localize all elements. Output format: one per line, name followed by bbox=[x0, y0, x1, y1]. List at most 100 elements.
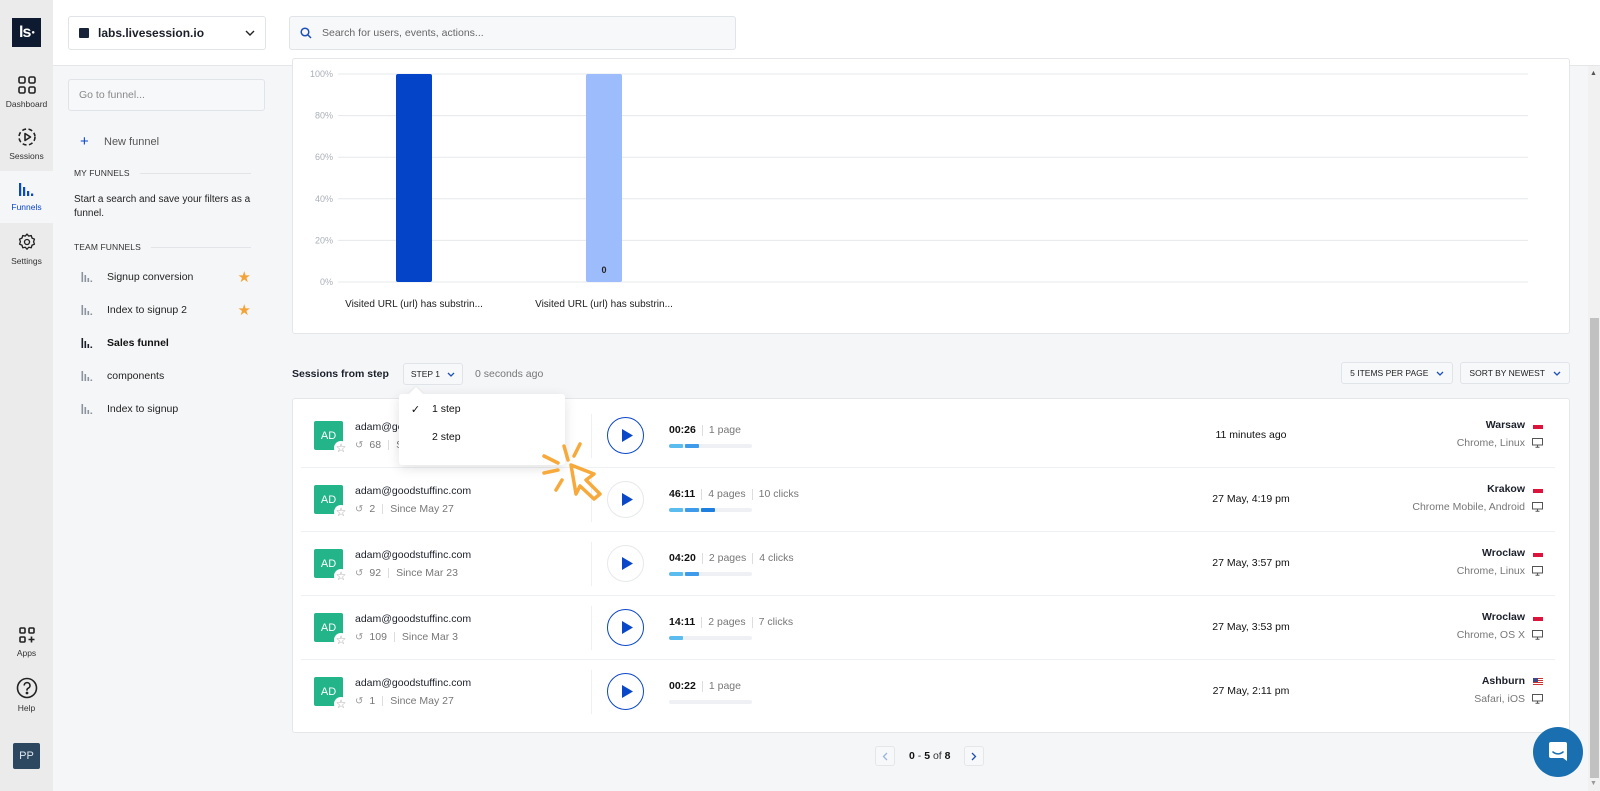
rail-label: Settings bbox=[11, 256, 42, 266]
funnel-item-index-to-signup[interactable]: Index to signup bbox=[81, 399, 251, 419]
y-tick-label: 100% bbox=[310, 69, 333, 79]
play-icon bbox=[621, 557, 633, 570]
dropdown-option-step-2[interactable]: 2 step bbox=[399, 424, 565, 450]
x-category-label: Visited URL (url) has substrin... bbox=[345, 299, 483, 310]
session-row[interactable]: AD ☆ adam@goodstuffinc.com ↺ 92 Since Mar 23 0… bbox=[301, 532, 1555, 596]
session-pages: 2 pages bbox=[708, 616, 746, 628]
session-device: Chrome Mobile, Android bbox=[1412, 501, 1525, 513]
funnels-sidebar: + New funnel MY FUNNELS Start a search a… bbox=[53, 66, 272, 791]
new-funnel-button[interactable]: + New funnel bbox=[80, 134, 159, 149]
rail-item-dashboard[interactable]: Dashboard bbox=[0, 66, 53, 118]
play-session-button[interactable] bbox=[607, 673, 644, 710]
session-time: 11 minutes ago bbox=[1215, 429, 1287, 441]
session-location: Krakow Chrome Mobile, Android bbox=[1412, 483, 1543, 513]
star-outline-icon[interactable]: ☆ bbox=[334, 569, 348, 583]
global-search[interactable] bbox=[289, 16, 736, 50]
chevron-down-icon bbox=[1436, 371, 1444, 376]
prev-page-button[interactable] bbox=[875, 746, 895, 766]
visit-count: 68 bbox=[369, 439, 382, 451]
rail-item-funnels[interactable]: Funnels bbox=[0, 171, 53, 223]
session-duration: 46:11 bbox=[669, 488, 696, 500]
play-icon bbox=[621, 685, 633, 698]
app-logo[interactable]: ls ● bbox=[12, 18, 41, 47]
chat-launcher-button[interactable] bbox=[1533, 727, 1583, 777]
chat-icon bbox=[1549, 742, 1567, 761]
session-location: Warsaw Chrome, Linux bbox=[1457, 419, 1543, 449]
user-email[interactable]: adam@goodstuffinc.com bbox=[355, 613, 471, 625]
star-outline-icon[interactable]: ☆ bbox=[334, 633, 348, 647]
session-city: Wroclaw bbox=[1482, 547, 1525, 559]
x-category-label: Visited URL (url) has substrin... bbox=[535, 299, 673, 310]
user-email[interactable]: adam@goodstuffinc.com bbox=[355, 485, 471, 497]
funnel-item-sales-funnel[interactable]: Sales funnel bbox=[81, 333, 251, 353]
rail-item-sessions[interactable]: Sessions bbox=[0, 118, 53, 170]
dropdown-option-step-1[interactable]: ✓ 1 step bbox=[399, 396, 565, 422]
visit-count: 109 bbox=[369, 631, 387, 643]
play-session-button[interactable] bbox=[607, 545, 644, 582]
session-progress-bar bbox=[669, 508, 752, 512]
rail-item-apps[interactable]: Apps bbox=[0, 616, 53, 668]
user-email[interactable]: adam@goodstuffinc.com bbox=[355, 549, 471, 561]
funnel-bar bbox=[586, 74, 622, 282]
new-funnel-label: New funnel bbox=[104, 135, 160, 148]
user-meta: ↺ 2 Since May 27 bbox=[355, 503, 454, 515]
star-outline-icon[interactable]: ☆ bbox=[334, 697, 348, 711]
session-row[interactable]: AD ☆ adam@goodstuffinc.com ↺ 109 Since Mar 31… bbox=[301, 596, 1555, 660]
rail-item-settings[interactable]: Settings bbox=[0, 223, 53, 275]
funnel-item-signup-conversion[interactable]: Signup conversion ★ bbox=[81, 267, 251, 287]
items-per-page-button[interactable]: 5 ITEMS PER PAGE bbox=[1341, 362, 1454, 384]
session-row[interactable]: AD ☆ adam@goodstuffinc.com ↺ 2 Since May 27 46… bbox=[301, 468, 1555, 532]
scroll-up-arrow[interactable]: ▲ bbox=[1590, 70, 1597, 77]
session-progress-bar bbox=[669, 572, 752, 576]
site-logo-icon bbox=[79, 28, 89, 38]
visit-count: 2 bbox=[369, 503, 376, 515]
goto-funnel-input[interactable] bbox=[68, 79, 265, 111]
star-outline-icon[interactable]: ☆ bbox=[334, 505, 348, 519]
play-icon bbox=[621, 493, 633, 506]
session-device: Safari, iOS bbox=[1474, 693, 1525, 705]
session-device: Chrome, Linux bbox=[1456, 437, 1525, 449]
gear-icon bbox=[18, 233, 35, 250]
team-funnels-heading: TEAM FUNNELS bbox=[74, 242, 251, 252]
scrollbar-thumb[interactable] bbox=[1590, 318, 1599, 778]
star-outline-icon[interactable]: ☆ bbox=[334, 441, 348, 455]
session-time: 27 May, 3:53 pm bbox=[1212, 621, 1290, 633]
star-icon[interactable]: ★ bbox=[238, 270, 251, 285]
session-row[interactable]: AD ☆ adam@goodstuffinc.com ↺ 1 Since May 27 00… bbox=[301, 660, 1555, 724]
next-page-button[interactable] bbox=[964, 746, 985, 766]
funnel-item-index-to-signup-2[interactable]: Index to signup 2 ★ bbox=[81, 300, 251, 320]
row-divider bbox=[591, 670, 592, 714]
play-session-button[interactable] bbox=[607, 417, 644, 454]
step-select-button[interactable]: STEP 1 bbox=[402, 363, 464, 385]
progress-segment bbox=[669, 508, 683, 512]
sessions-header: Sessions from step STEP 1 0 seconds ago bbox=[292, 362, 543, 386]
session-pages: 2 pages bbox=[708, 552, 747, 564]
search-input[interactable] bbox=[322, 27, 702, 39]
scroll-down-arrow[interactable]: ▼ bbox=[1590, 780, 1597, 787]
user-avatar[interactable]: PP bbox=[13, 743, 40, 769]
my-funnels-heading: MY FUNNELS bbox=[74, 168, 251, 178]
sort-button[interactable]: SORT BY NEWEST bbox=[1460, 362, 1570, 384]
session-duration: 00:26 bbox=[669, 424, 696, 436]
user-email[interactable]: adam@goodstuffinc.com bbox=[355, 677, 471, 689]
rail-item-help[interactable]: Help bbox=[0, 669, 53, 721]
funnel-label: Index to signup bbox=[107, 403, 179, 415]
play-icon bbox=[621, 429, 633, 442]
user-since: Since May 27 bbox=[390, 695, 454, 707]
my-funnels-empty-text: Start a search and save your filters as … bbox=[74, 194, 251, 219]
star-icon[interactable]: ★ bbox=[238, 303, 251, 318]
row-divider bbox=[591, 542, 592, 586]
country-flag-icon bbox=[1533, 677, 1543, 685]
play-session-button[interactable] bbox=[607, 481, 644, 518]
desktop-icon bbox=[1532, 438, 1543, 448]
y-tick-label: 60% bbox=[315, 152, 333, 162]
site-selector[interactable]: labs.livesession.io bbox=[68, 16, 266, 50]
funnel-chart-icon bbox=[81, 271, 93, 282]
user-meta: ↺ 1 Since May 27 bbox=[355, 695, 454, 707]
sessions-icon bbox=[17, 128, 36, 146]
step-dropdown-menu: ✓ 1 step 2 step bbox=[399, 394, 565, 465]
y-tick-label: 80% bbox=[315, 111, 333, 121]
play-session-button[interactable] bbox=[607, 609, 644, 646]
rail-label: Funnels bbox=[11, 202, 42, 212]
funnel-item-components[interactable]: components bbox=[81, 366, 251, 386]
